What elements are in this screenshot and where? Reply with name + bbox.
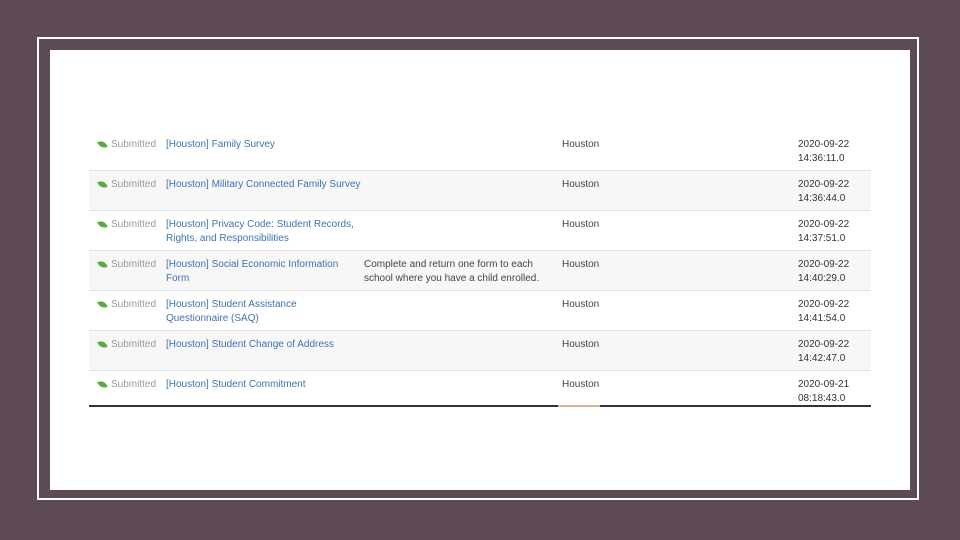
forms-table: Submitted [Houston] Family Survey Housto… [89,131,871,407]
status-label: Submitted [111,259,157,270]
form-title-link[interactable]: [Houston] Student Assistance Questionnai… [166,298,361,326]
table-row: Submitted [Houston] Student Assistance Q… [89,291,871,331]
submitted-date: 2020-09-22 [798,259,850,270]
table-row: Submitted [Houston] Student Commitment H… [89,371,871,407]
form-title-link[interactable]: [Houston] Privacy Code: Student Records,… [166,218,361,246]
school-city: Houston [562,299,600,310]
form-title-link[interactable]: [Houston] Student Commitment [166,378,361,392]
submitted-datetime: 2020-09-22 14:36:11.0 [798,138,868,166]
submitted-datetime: 2020-09-22 14:42:47.0 [798,338,868,366]
status-cell: Submitted [97,258,164,272]
status-label: Submitted [111,179,157,190]
submitted-date: 2020-09-22 [798,339,850,350]
submitted-time: 14:36:44.0 [798,193,846,204]
status-cell: Submitted [97,378,164,392]
status-cell: Submitted [97,138,164,152]
status-cell: Submitted [97,338,164,352]
submitted-time: 14:41:54.0 [798,313,846,324]
leaf-icon [97,260,108,269]
status-label: Submitted [111,299,157,310]
submitted-time: 14:37:51.0 [798,233,846,244]
submitted-date: 2020-09-22 [798,299,850,310]
submitted-time: 14:36:11.0 [798,153,845,164]
submitted-date: 2020-09-22 [798,219,850,230]
submitted-datetime: 2020-09-21 08:18:43.0 [798,378,868,406]
status-label: Submitted [111,379,157,390]
status-cell: Submitted [97,218,164,232]
school-city: Houston [562,339,600,350]
scrollbar-thumb[interactable] [558,405,600,407]
status-cell: Submitted [97,178,164,192]
status-label: Submitted [111,219,157,230]
form-title-link[interactable]: [Houston] Student Change of Address [166,338,361,352]
form-title-link[interactable]: [Houston] Military Connected Family Surv… [166,178,361,192]
submitted-time: 14:42:47.0 [798,353,846,364]
submitted-datetime: 2020-09-22 14:36:44.0 [798,178,868,206]
status-label: Submitted [111,139,157,150]
submitted-date: 2020-09-22 [798,179,850,190]
school-city: Houston [562,179,600,190]
school-city: Houston [562,379,600,390]
submitted-date: 2020-09-21 [798,379,850,390]
slide-content: Submitted [Houston] Family Survey Housto… [50,50,910,490]
table-row: Submitted [Houston] Social Economic Info… [89,251,871,291]
form-title-link[interactable]: [Houston] Family Survey [166,138,361,152]
table-row: Submitted [Houston] Student Change of Ad… [89,331,871,371]
submitted-datetime: 2020-09-22 14:40:29.0 [798,258,868,286]
table-row: Submitted [Houston] Family Survey Housto… [89,131,871,171]
leaf-icon [97,300,108,309]
leaf-icon [97,220,108,229]
submitted-datetime: 2020-09-22 14:41:54.0 [798,298,868,326]
submitted-date: 2020-09-22 [798,139,850,150]
submitted-time: 08:18:43.0 [798,393,846,404]
table-row: Submitted [Houston] Military Connected F… [89,171,871,211]
leaf-icon [97,180,108,189]
submitted-time: 14:40:29.0 [798,273,846,284]
status-cell: Submitted [97,298,164,312]
school-city: Houston [562,259,600,270]
status-label: Submitted [111,339,157,350]
leaf-icon [97,340,108,349]
form-title-link[interactable]: [Houston] Social Economic Information Fo… [166,258,361,286]
school-city: Houston [562,219,600,230]
leaf-icon [97,140,108,149]
school-city: Houston [562,139,600,150]
submitted-datetime: 2020-09-22 14:37:51.0 [798,218,868,246]
table-row: Submitted [Houston] Privacy Code: Studen… [89,211,871,251]
form-note: Complete and return one form to each sch… [364,259,540,284]
leaf-icon [97,380,108,389]
